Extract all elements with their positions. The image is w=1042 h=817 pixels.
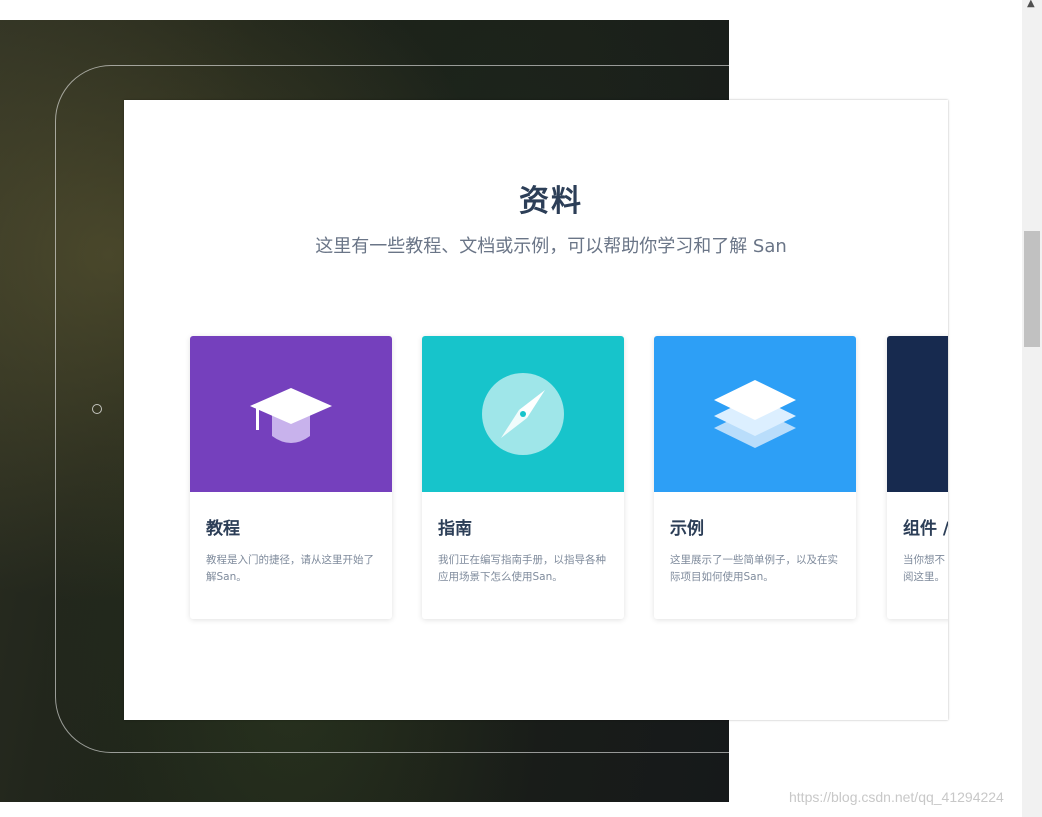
card-examples[interactable]: 示例 这里展示了一些简单例子，以及在实际项目如何使用San。	[654, 336, 856, 619]
watermark: https://blog.csdn.net/qq_41294224	[789, 789, 1004, 805]
scroll-thumb[interactable]	[1024, 231, 1040, 347]
card-description: 当你想不 阅这里。	[903, 554, 945, 583]
card-banner	[422, 336, 624, 492]
card-tutorial[interactable]: 教程 教程是入门的捷径，请从这里开始了解San。	[190, 336, 392, 619]
page-scrollbar[interactable]: ▲	[1022, 0, 1042, 817]
card-title: 组件 /	[903, 519, 948, 539]
card-description: 这里展示了一些简单例子，以及在实际项目如何使用San。	[670, 554, 838, 583]
section-title: 资料	[519, 184, 583, 219]
card-components[interactable]: 组件 / 当你想不 阅这里。	[887, 336, 948, 619]
layers-icon	[714, 380, 796, 448]
card-description: 我们正在编写指南手册，以指导各种应用场景下怎么使用San。	[438, 554, 606, 583]
card-banner	[887, 336, 948, 492]
card-banner	[190, 336, 392, 492]
card-title: 指南	[438, 519, 472, 539]
tablet-home-button	[92, 404, 102, 414]
card-description: 教程是入门的捷径，请从这里开始了解San。	[206, 554, 374, 583]
tablet-screen: 资料 这里有一些教程、文档或示例，可以帮助你学习和了解 San 教程 教程是入门…	[124, 100, 948, 720]
compass-icon	[482, 373, 564, 455]
scroll-up-arrow-icon[interactable]: ▲	[1027, 0, 1035, 9]
section-subtitle: 这里有一些教程、文档或示例，可以帮助你学习和了解 San	[315, 236, 787, 257]
card-guide[interactable]: 指南 我们正在编写指南手册，以指导各种应用场景下怎么使用San。	[422, 336, 624, 619]
card-title: 教程	[206, 519, 240, 539]
card-title: 示例	[670, 519, 704, 539]
graduation-cap-icon	[250, 388, 332, 443]
card-banner	[654, 336, 856, 492]
